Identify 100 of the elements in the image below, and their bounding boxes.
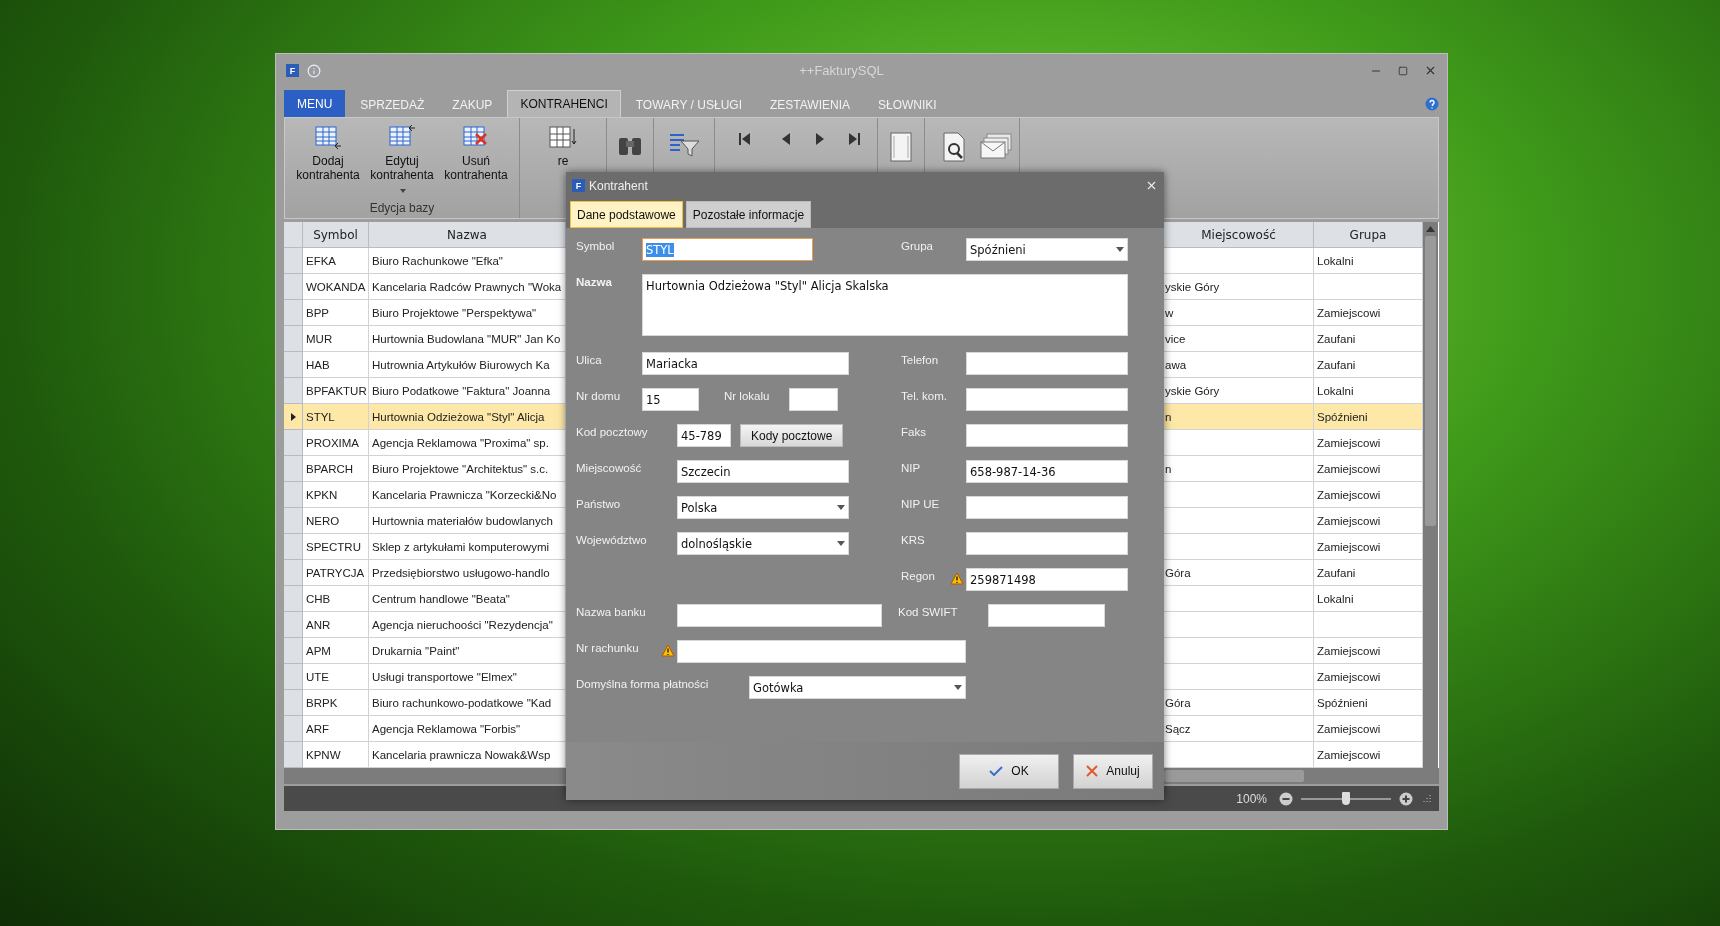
dropdown-field[interactable]: Gotówka: [749, 676, 966, 699]
column-header[interactable]: Nazwa: [369, 222, 566, 248]
table-cell: Zamiejscowi: [1314, 742, 1423, 768]
previous-icon: [780, 132, 792, 146]
table-cell: Zaufani: [1314, 560, 1423, 586]
table-cell: Agencja nieruchoości "Rezydencja": [369, 612, 566, 638]
table-cell: Sącz: [1164, 716, 1314, 742]
close-icon[interactable]: [1145, 179, 1158, 192]
input-field[interactable]: 15: [642, 388, 699, 411]
field-label: Województwo: [576, 533, 648, 546]
scroll-up-arrow-icon[interactable]: [1426, 226, 1435, 232]
input-field[interactable]: [988, 604, 1105, 627]
envelopes-icon: [979, 132, 1013, 160]
input-field[interactable]: [789, 388, 838, 411]
field-label: Kod SWIFT: [898, 605, 959, 618]
input-field[interactable]: Mariacka: [642, 352, 849, 375]
table-cell: Hutrownia Artykułów Biurowych Ka: [369, 352, 566, 378]
table-cell: Zamiejscowi: [1314, 664, 1423, 690]
column-header[interactable]: Grupa: [1314, 222, 1423, 248]
table-cell: w: [1164, 300, 1314, 326]
table-cell: HAB: [303, 352, 369, 378]
zoom-in-icon[interactable]: [1399, 791, 1413, 806]
ribbon-tab[interactable]: KONTRAHENCI: [507, 90, 621, 117]
dialog-tab[interactable]: Pozostałe informacje: [685, 201, 812, 228]
table-cell: ARF: [303, 716, 369, 742]
sort-icon: [548, 124, 578, 150]
field-label: Symbol: [576, 239, 616, 252]
table-cell: KPKN: [303, 482, 369, 508]
field-label: NIP: [901, 461, 922, 474]
table-cell: Zamiejscowi: [1314, 534, 1423, 560]
input-field[interactable]: [966, 388, 1128, 411]
table-cell: BPP: [303, 300, 369, 326]
dropdown-arrow-icon: [837, 541, 845, 546]
field-label: Nr domu: [576, 389, 622, 402]
dropdown-field[interactable]: dolnośląskie: [677, 532, 849, 555]
menu-button[interactable]: MENU: [284, 90, 346, 117]
input-field[interactable]: [966, 496, 1128, 519]
input-field[interactable]: 45-789: [677, 424, 731, 447]
table-cell: Zamiejscowi: [1314, 716, 1423, 742]
field-label: Ulica: [576, 353, 603, 366]
table-cell: yskie Góry: [1164, 274, 1314, 300]
table-cell: Przedsiębiorstwo usługowo-handlo: [369, 560, 566, 586]
table-cell: EFKA: [303, 248, 369, 274]
input-field[interactable]: [677, 604, 882, 627]
dropdown-field[interactable]: Spóźnieni: [966, 238, 1128, 261]
table-cell: MUR: [303, 326, 369, 352]
table-cell: Biuro Rachunkowe "Efka": [369, 248, 566, 274]
row-header[interactable]: [284, 404, 303, 430]
table-cell: Spóźnieni: [1314, 404, 1423, 430]
input-field[interactable]: Hurtownia Odzieżowa "Styl" Alicja Skalska: [642, 274, 1128, 336]
scrollbar-thumb[interactable]: [1164, 770, 1304, 782]
field-label: KRS: [901, 533, 926, 546]
postal-codes-button[interactable]: Kody pocztowe: [740, 424, 844, 447]
table-cell: SPECTRU: [303, 534, 369, 560]
input-field[interactable]: 658-987-14-36: [966, 460, 1128, 483]
zoom-slider-thumb[interactable]: [1342, 791, 1350, 805]
table-cell: Zamiejscowi: [1314, 638, 1423, 664]
input-field[interactable]: [966, 532, 1128, 555]
table-cell: Zamiejscowi: [1314, 456, 1423, 482]
table-cell: KPNW: [303, 742, 369, 768]
field-label: Faks: [901, 425, 927, 438]
dropdown-arrow-icon: [954, 685, 962, 690]
input-field[interactable]: [677, 640, 966, 663]
table-cell: NERO: [303, 508, 369, 534]
input-field[interactable]: 259871498: [966, 568, 1128, 591]
table-cell: Kancelaria Prawnicza "Korzecki&No: [369, 482, 566, 508]
info-icon[interactable]: [307, 63, 321, 78]
ribbon-button[interactable]: Dodaj kontrahenta: [291, 118, 365, 182]
ribbon-button[interactable]: Usuń kontrahenta: [439, 118, 513, 182]
ribbon-button[interactable]: re: [526, 118, 600, 168]
window-title: ++FakturySQL: [798, 63, 885, 78]
maximize-icon[interactable]: [1398, 65, 1408, 76]
table-cell: Zaufani: [1314, 352, 1423, 378]
zoom-level: 100%: [1236, 791, 1267, 806]
first-record-icon: [737, 132, 753, 146]
help-icon[interactable]: [1425, 97, 1439, 111]
table-cell: APM: [303, 638, 369, 664]
cancel-button[interactable]: Anuluj: [1073, 753, 1153, 789]
close-icon[interactable]: [1424, 64, 1437, 77]
ok-button[interactable]: OK: [959, 753, 1059, 789]
table-cell: BPARCH: [303, 456, 369, 482]
last-record-icon: [846, 132, 862, 146]
input-field[interactable]: [966, 424, 1128, 447]
scrollbar-thumb[interactable]: [1425, 236, 1436, 526]
table-cell: Usługi transportowe "Elmex": [369, 664, 566, 690]
dialog-tab[interactable]: Dane podstawowe: [570, 201, 683, 228]
table-cell: Zamiejscowi: [1314, 508, 1423, 534]
dropdown-field[interactable]: Polska: [677, 496, 849, 519]
column-header[interactable]: Symbol: [303, 222, 369, 248]
app-logo: F: [286, 64, 299, 77]
table-cell: Zamiejscowi: [1314, 300, 1423, 326]
input-field[interactable]: Szczecin: [677, 460, 849, 483]
input-field[interactable]: [966, 352, 1128, 375]
ribbon-button[interactable]: Edytuj kontrahenta: [365, 118, 439, 196]
zoom-out-icon[interactable]: [1279, 791, 1293, 806]
table-cell: PATRYCJA: [303, 560, 369, 586]
app-logo: F: [572, 179, 585, 192]
column-header[interactable]: Miejscowość: [1164, 222, 1314, 248]
table-cell: Góra: [1164, 560, 1314, 586]
table-icon: [313, 124, 343, 150]
